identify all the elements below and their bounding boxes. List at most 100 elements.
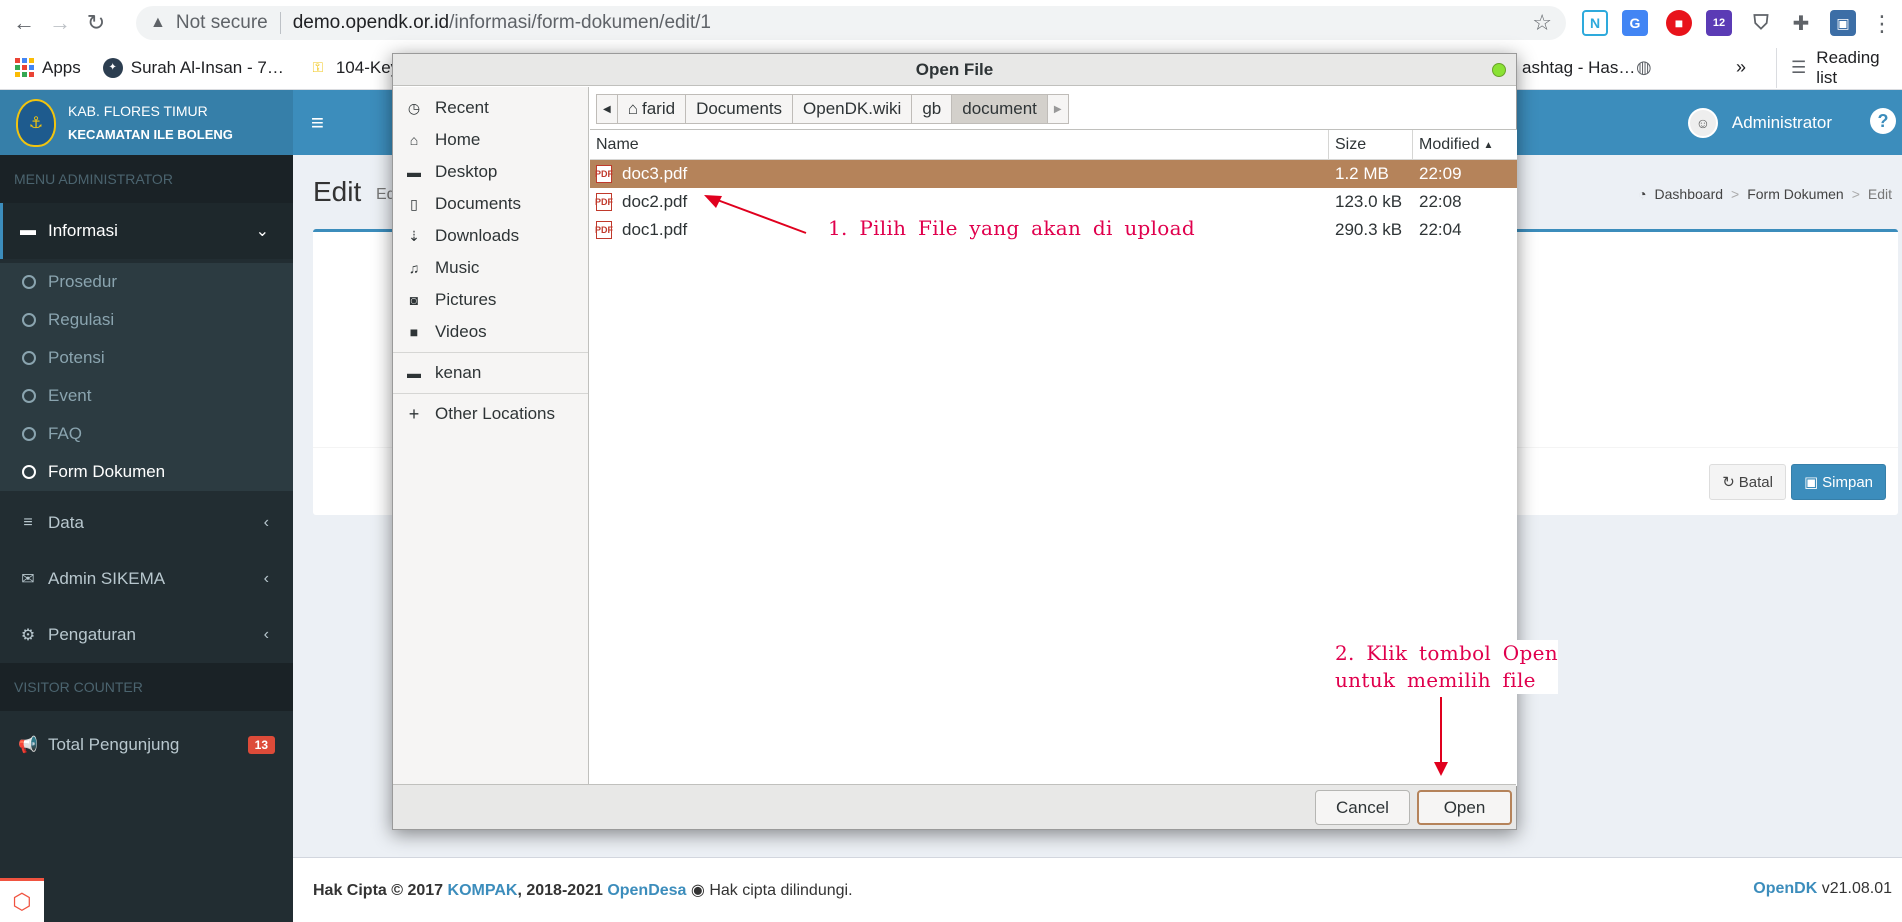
adblock-extension-icon[interactable]: ■ <box>1666 10 1692 36</box>
sidebar-item-event[interactable]: Event <box>0 377 293 415</box>
reload-icon[interactable]: ↻ <box>78 5 114 41</box>
forward-icon[interactable]: → <box>42 5 78 41</box>
opendk-link[interactable]: OpenDK <box>1753 880 1817 897</box>
place-desktop[interactable]: ▬ Desktop <box>393 156 588 188</box>
breadcrumb-form-dokumen[interactable]: Form Dokumen <box>1747 186 1843 202</box>
sidebar-item-admin-sikema[interactable]: ✉ Admin SIKEMA ‹ <box>0 551 293 607</box>
cancel-button[interactable]: Cancel <box>1315 790 1410 825</box>
simpan-button[interactable]: ▣ Simpan <box>1790 464 1886 500</box>
place-kenan[interactable]: ▬ kenan <box>393 357 588 389</box>
more-bookmarks-button[interactable]: » <box>1736 57 1746 78</box>
path-segment-gb[interactable]: gb <box>911 94 953 124</box>
place-label: kenan <box>435 363 482 382</box>
bookmark-star-icon[interactable]: ☆ <box>1532 10 1552 36</box>
close-icon[interactable] <box>1492 63 1506 77</box>
place-label: Home <box>435 130 481 149</box>
sidebar-item-label: Potensi <box>48 348 105 367</box>
reading-list-label: Reading list <box>1816 47 1880 87</box>
chevron-left-icon: ‹ <box>263 514 269 531</box>
folder-icon: ▬ <box>20 222 36 239</box>
course-extension-icon[interactable]: 12 <box>1706 10 1732 36</box>
warning-icon: ▲ <box>150 14 166 31</box>
place-downloads[interactable]: ⇣ Downloads <box>393 220 588 252</box>
logo-area[interactable]: ⚓ KAB. FLORES TIMUR KECAMATAN ILE BOLENG <box>0 90 293 155</box>
laravel-icon[interactable]: ⬡ <box>0 878 44 922</box>
column-modified[interactable]: Modified ▲ <box>1413 130 1517 160</box>
address-bar[interactable]: ▲ Not secure demo.opendk.or.id/informasi… <box>136 6 1566 40</box>
url-host: demo.opendk.or.id <box>292 12 450 33</box>
place-other-locations[interactable]: + Other Locations <box>393 398 588 430</box>
places-sidebar: ◷ Recent ⌂ Home ▬ Desktop ▯ Documents ⇣ Downl… <box>393 87 589 786</box>
kompak-link[interactable]: KOMPAK <box>448 882 518 899</box>
place-label: Desktop <box>435 162 498 181</box>
circle-icon <box>22 389 36 403</box>
sort-ascending-icon: ▲ <box>1483 139 1494 151</box>
file-row[interactable]: PDF doc2.pdf 123.0 kB 22:08 <box>590 188 1517 216</box>
open-file-dialog: Open File ◷ Recent ⌂ Home ▬ Desktop ▯ Docume… <box>392 53 1517 830</box>
column-label: Size <box>1335 136 1367 153</box>
opendesa-link[interactable]: OpenDesa <box>607 882 686 899</box>
github-icon[interactable]: ◉ <box>691 882 705 899</box>
column-size[interactable]: Size <box>1329 130 1413 160</box>
dialog-title: Open File <box>915 60 994 79</box>
path-segment-documents[interactable]: Documents <box>685 94 794 124</box>
place-music[interactable]: ♫ Music <box>393 252 588 284</box>
puzzle-extension-icon[interactable]: ✚ <box>1788 10 1814 36</box>
sidebar-item-potensi[interactable]: Potensi <box>0 339 293 377</box>
reading-list-icon: ☰ <box>1791 57 1807 77</box>
open-button[interactable]: Open <box>1417 790 1512 825</box>
sidebar: ⚓ KAB. FLORES TIMUR KECAMATAN ILE BOLENG… <box>0 90 293 922</box>
bookmark-surah[interactable]: ✦ Surah Al-Insan - 7… <box>102 57 284 78</box>
bookmark-104key[interactable]: ⚿ 104-Key <box>308 57 400 78</box>
database-icon: ≡ <box>23 514 33 531</box>
column-name[interactable]: Name <box>590 130 1329 160</box>
sidebar-item-prosedur[interactable]: Prosedur <box>0 263 293 301</box>
pdf-file-icon: PDF <box>595 221 613 239</box>
bookmark-label: 104-Key <box>335 57 400 77</box>
sidebar-item-regulasi[interactable]: Regulasi <box>0 301 293 339</box>
hamburger-menu-icon[interactable]: ≡ <box>311 110 324 136</box>
translate-extension-icon[interactable]: G <box>1622 10 1648 36</box>
circle-icon <box>22 427 36 441</box>
profile-avatar-icon[interactable]: ▣ <box>1830 10 1856 36</box>
pdf-file-icon: PDF <box>595 165 613 183</box>
place-documents[interactable]: ▯ Documents <box>393 188 588 220</box>
folder-icon: ▬ <box>407 164 421 180</box>
notion-extension-icon[interactable]: N <box>1582 10 1608 36</box>
help-icon[interactable]: ? <box>1870 108 1896 134</box>
place-recent[interactable]: ◷ Recent <box>393 92 588 124</box>
sidebar-item-data[interactable]: ≡ Data ‹ <box>0 495 293 551</box>
path-segment-farid[interactable]: ⌂ farid <box>616 94 687 124</box>
path-scroll-right-icon[interactable]: ▶ <box>1046 94 1069 124</box>
place-videos[interactable]: ■ Videos <box>393 316 588 348</box>
circle-icon <box>22 313 36 327</box>
sidebar-item-total-pengunjung[interactable]: 📢 Total Pengunjung 13 <box>0 717 293 773</box>
path-scroll-left-icon[interactable]: ◀ <box>596 94 618 124</box>
menu-kebab-icon[interactable]: ⋮ <box>1864 6 1900 42</box>
bookmark-hashtag[interactable]: ashtag - Has… <box>1522 58 1635 78</box>
path-segment-opendk-wiki[interactable]: OpenDK.wiki <box>792 94 913 124</box>
back-icon[interactable]: ← <box>6 5 42 41</box>
sidebar-item-pengaturan[interactable]: ⚙ Pengaturan ‹ <box>0 607 293 663</box>
sidebar-item-faq[interactable]: FAQ <box>0 415 293 453</box>
place-home[interactable]: ⌂ Home <box>393 124 588 156</box>
file-row[interactable]: PDF doc3.pdf 1.2 MB 22:09 <box>590 160 1517 188</box>
path-segment-document[interactable]: document <box>951 94 1048 124</box>
globe-icon[interactable]: ◍ <box>1636 57 1652 78</box>
version-text: v21.08.01 <box>1821 880 1892 897</box>
batal-label: Batal <box>1738 473 1773 491</box>
place-pictures[interactable]: ◙ Pictures <box>393 284 588 316</box>
circle-icon <box>22 275 36 289</box>
user-menu[interactable]: ☺ Administrator <box>1687 108 1832 138</box>
shield-extension-icon[interactable]: ⛉ <box>1748 10 1774 36</box>
breadcrumb-dashboard[interactable]: Dashboard <box>1655 186 1724 202</box>
sidebar-item-informasi[interactable]: ▬ Informasi ⌄ <box>0 203 293 259</box>
reading-list-button[interactable]: ☰ Reading list <box>1776 47 1902 88</box>
menu-header: MENU ADMINISTRATOR <box>0 155 293 203</box>
batal-button[interactable]: ↻ Batal <box>1709 464 1786 500</box>
bookmark-apps[interactable]: Apps <box>14 58 81 78</box>
file-name: doc1.pdf <box>622 220 688 239</box>
sidebar-item-form-dokumen[interactable]: Form Dokumen <box>0 453 293 491</box>
path-segment-label: OpenDK.wiki <box>803 99 902 118</box>
annotation-step2-line1: 2. Klik tombol Open <box>1335 641 1558 665</box>
